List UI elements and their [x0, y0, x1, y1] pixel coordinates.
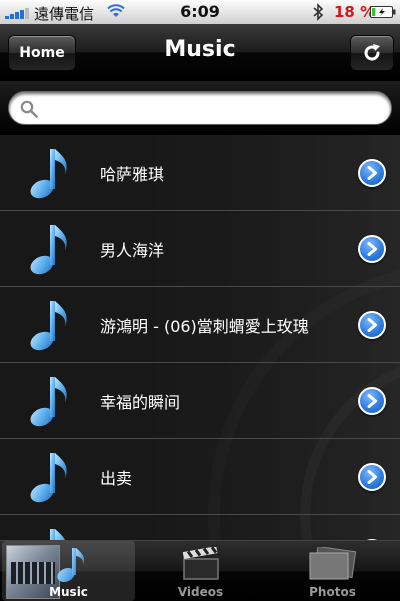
list-item[interactable]: 哈萨雅琪	[0, 135, 400, 211]
music-note-icon	[30, 225, 67, 275]
music-note-icon	[57, 548, 85, 583]
tab-music-label: Music	[49, 585, 88, 599]
music-note-icon	[30, 149, 67, 199]
list-item-label: 游鴻明 - (06)當刺蝟愛上玫瑰	[100, 317, 309, 336]
search-bar	[0, 81, 400, 135]
search-icon	[20, 100, 38, 118]
list-item-label: 男人海洋	[100, 241, 165, 260]
photos-icon	[309, 547, 357, 580]
chevron-right-icon[interactable]	[358, 235, 386, 263]
search-field[interactable]	[8, 91, 392, 125]
refresh-button[interactable]	[350, 35, 394, 71]
refresh-icon	[364, 44, 380, 61]
tab-videos-label: Videos	[177, 585, 224, 599]
clapperboard-icon	[182, 547, 219, 580]
tab-photos-label: Photos	[309, 585, 356, 599]
music-note-icon	[50, 529, 65, 540]
list-item-label: 哈萨雅琪	[100, 165, 165, 184]
music-note-icon	[30, 377, 67, 427]
tab-bar: Music Videos Photos	[0, 540, 400, 601]
list-item[interactable]: 幸福的瞬间	[0, 363, 400, 439]
music-note-icon	[30, 301, 67, 351]
chevron-right-icon[interactable]	[358, 159, 386, 187]
list-item[interactable]: 男人海洋	[0, 211, 400, 287]
list-item[interactable]: 游鴻明 - (06)當刺蝟愛上玫瑰	[0, 287, 400, 363]
list-item[interactable]	[0, 515, 400, 540]
list-item[interactable]: 出卖	[0, 439, 400, 515]
chevron-right-icon[interactable]	[358, 463, 386, 491]
chevron-right-icon[interactable]	[358, 311, 386, 339]
battery-icon	[370, 6, 396, 18]
tab-videos[interactable]: Videos	[134, 541, 267, 601]
music-note-icon	[30, 453, 67, 503]
music-list: 哈萨雅琪男人海洋游鴻明 - (06)當刺蝟愛上玫瑰 幸福的瞬间出卖	[0, 135, 400, 540]
tab-photos[interactable]: Photos	[266, 541, 399, 601]
bluetooth-icon	[313, 3, 324, 21]
chevron-right-icon[interactable]	[358, 387, 386, 415]
tab-music[interactable]: Music	[2, 541, 135, 601]
battery-percent: 18 %	[334, 3, 376, 21]
nav-bar: Home Music	[0, 24, 400, 81]
list-item-label: 出卖	[100, 469, 133, 488]
search-input[interactable]	[45, 97, 379, 121]
status-bar: 遠傳電信 6:09 18 %	[0, 0, 400, 24]
page-title: Music	[164, 37, 236, 62]
list-item-label: 幸福的瞬间	[100, 393, 181, 412]
